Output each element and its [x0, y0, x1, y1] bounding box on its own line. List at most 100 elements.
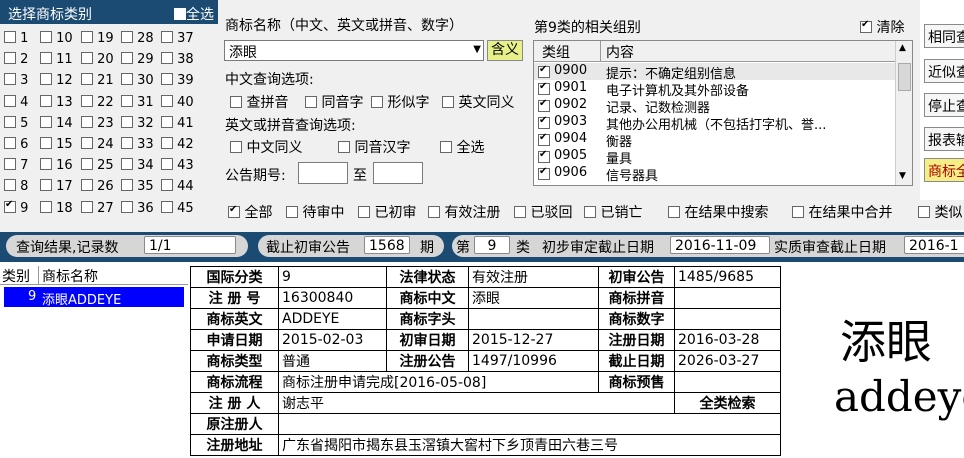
checkbox[interactable] [161, 137, 173, 149]
category-checkbox[interactable]: 40 [161, 94, 194, 110]
checkbox[interactable] [81, 200, 93, 213]
filter-option[interactable]: 已驳回 [514, 202, 572, 222]
side-button[interactable]: 近似查 [924, 59, 964, 83]
category-checkbox[interactable]: 43 [161, 158, 194, 173]
clear-groups[interactable]: 清除 [860, 17, 904, 37]
category-checkbox[interactable]: 38 [161, 52, 194, 67]
filter-option[interactable]: 有效注册 [428, 202, 500, 222]
checkbox[interactable] [4, 179, 16, 192]
checkbox[interactable] [161, 73, 173, 86]
category-checkbox[interactable]: 6 [4, 137, 28, 152]
filter-option[interactable]: 在结果中搜索 [668, 202, 768, 222]
group-list[interactable]: 类组 内容 0900提示：不确定组别信息0901电子计算机及其外部设备0902记… [533, 40, 913, 186]
checkbox[interactable] [4, 73, 16, 86]
checkbox[interactable] [121, 94, 133, 107]
issue-from-input[interactable] [298, 162, 348, 184]
select-all-checkbox[interactable] [174, 8, 186, 20]
category-checkbox[interactable]: 20 [81, 52, 114, 67]
en-option[interactable]: 全选 [440, 137, 484, 157]
group-checkbox[interactable] [538, 115, 550, 129]
checkbox[interactable] [81, 137, 93, 149]
checkbox[interactable] [40, 115, 52, 128]
checkbox[interactable] [161, 179, 173, 192]
checkbox[interactable] [81, 158, 93, 171]
checkbox[interactable] [514, 206, 526, 218]
filter-option[interactable]: 待审中 [286, 202, 344, 222]
category-checkbox[interactable]: 42 [161, 137, 194, 152]
checkbox[interactable] [121, 31, 133, 43]
checkbox[interactable] [121, 158, 133, 171]
category-checkbox[interactable]: 32 [121, 115, 154, 131]
checkbox[interactable] [228, 204, 240, 218]
category-checkbox[interactable]: 16 [40, 158, 73, 173]
checkbox[interactable] [4, 137, 16, 149]
category-checkbox[interactable]: 2 [4, 52, 28, 67]
checkbox[interactable] [358, 206, 370, 218]
checkbox[interactable] [305, 96, 317, 108]
checkbox[interactable] [286, 206, 298, 218]
scroll-down-icon[interactable]: ▼ [899, 171, 906, 181]
checkbox[interactable] [121, 179, 133, 192]
checkbox[interactable] [371, 96, 383, 108]
meaning-button[interactable]: 含义 [487, 40, 523, 61]
checkbox[interactable] [230, 141, 242, 153]
category-checkbox[interactable]: 26 [81, 179, 114, 194]
side-button[interactable]: 相同查 [924, 24, 964, 48]
checkbox[interactable] [40, 137, 52, 149]
category-checkbox[interactable]: 19 [81, 31, 114, 46]
filter-option[interactable]: 在结果中合并 [792, 202, 892, 222]
checkbox[interactable] [428, 206, 440, 218]
category-checkbox[interactable]: 25 [81, 158, 114, 173]
checkbox[interactable] [81, 115, 93, 128]
checkbox[interactable] [161, 158, 173, 171]
checkbox[interactable] [81, 31, 93, 43]
category-checkbox[interactable]: 11 [40, 52, 73, 67]
category-checkbox[interactable]: 45 [161, 200, 194, 216]
side-button[interactable]: 停止查 [924, 93, 964, 117]
en-option[interactable]: 同音汉字 [338, 137, 410, 157]
checkbox[interactable] [121, 200, 133, 213]
checkbox[interactable] [81, 179, 93, 192]
en-option[interactable]: 中文同义 [230, 137, 302, 157]
cn-option[interactable]: 形似字 [371, 92, 429, 112]
category-checkbox[interactable]: 35 [121, 179, 154, 194]
group-checkbox[interactable] [538, 132, 550, 146]
result-row[interactable]: 9 添眼ADDEYE [4, 287, 184, 308]
checkbox[interactable] [442, 96, 454, 108]
scroll-up-icon[interactable]: ▲ [899, 43, 906, 53]
side-button[interactable]: 商标全 [924, 158, 964, 182]
checkbox[interactable] [161, 200, 173, 213]
filter-option[interactable]: 全部 [228, 202, 272, 222]
checkbox[interactable] [338, 141, 350, 153]
category-checkbox[interactable]: 29 [121, 52, 154, 67]
category-checkbox[interactable]: 7 [4, 158, 28, 173]
checkbox[interactable] [121, 52, 133, 65]
checkbox[interactable] [161, 115, 173, 128]
checkbox[interactable] [161, 94, 173, 107]
checkbox[interactable] [584, 206, 596, 218]
category-checkbox[interactable]: 24 [81, 137, 114, 152]
checkbox[interactable] [4, 31, 16, 43]
checkbox[interactable] [40, 94, 52, 107]
filter-option[interactable]: 已初审 [358, 202, 416, 222]
select-all-categories[interactable]: 全选 [174, 4, 214, 24]
filter-option[interactable]: 类似 [918, 202, 962, 222]
category-checkbox[interactable]: 10 [40, 31, 73, 46]
category-checkbox[interactable]: 41 [161, 115, 194, 131]
checkbox[interactable] [121, 115, 133, 128]
category-checkbox[interactable]: 1 [4, 31, 28, 46]
checkbox[interactable] [81, 73, 93, 86]
category-checkbox[interactable]: 17 [40, 179, 73, 194]
category-checkbox[interactable]: 22 [81, 94, 114, 110]
cn-option[interactable]: 查拼音 [230, 92, 288, 112]
checkbox[interactable] [40, 200, 52, 213]
checkbox[interactable] [161, 52, 173, 65]
category-checkbox[interactable]: 36 [121, 200, 154, 216]
category-checkbox[interactable]: 33 [121, 137, 154, 152]
checkbox[interactable] [121, 137, 133, 149]
checkbox[interactable] [4, 94, 16, 107]
category-checkbox[interactable]: 28 [121, 31, 154, 46]
all-class-search-button[interactable]: 全类检索 [674, 392, 781, 414]
checkbox[interactable] [440, 141, 452, 153]
category-checkbox[interactable]: 31 [121, 94, 154, 110]
